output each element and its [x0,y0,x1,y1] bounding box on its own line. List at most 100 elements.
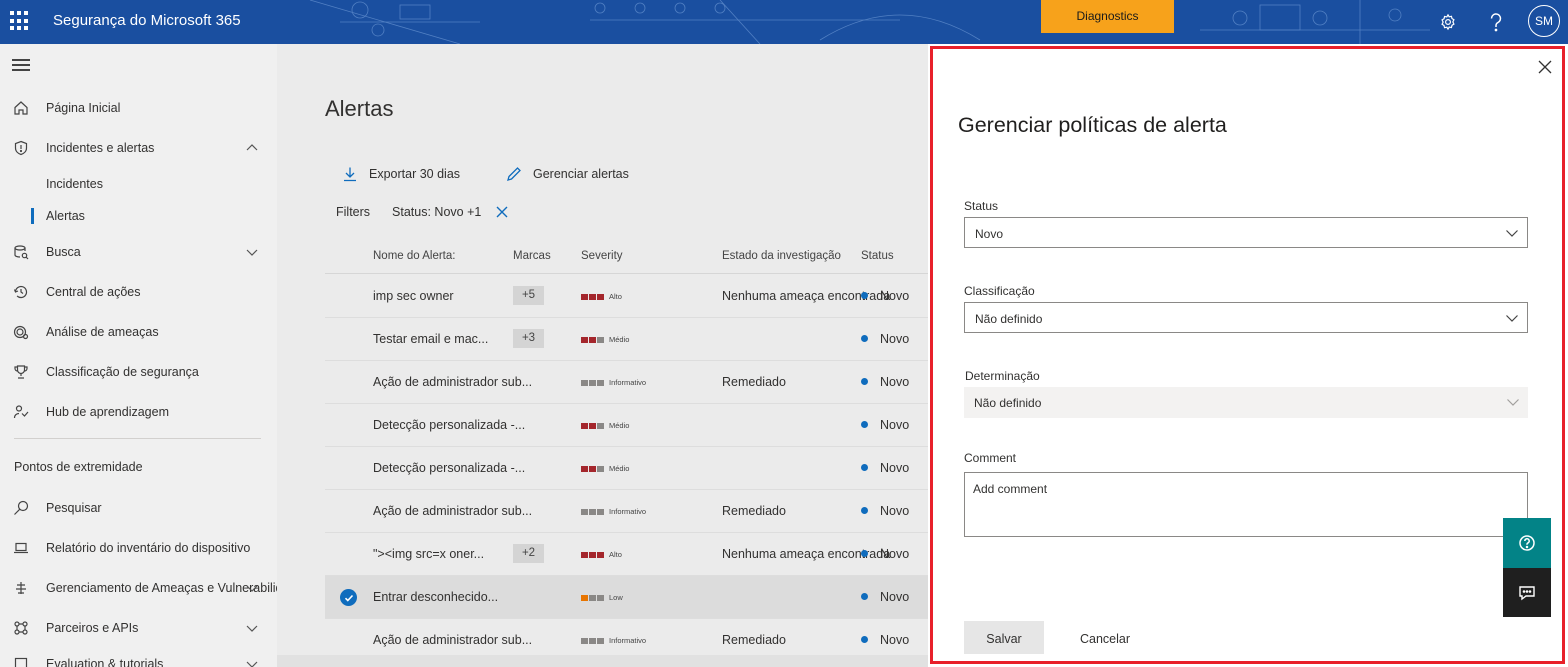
severity-bar [589,422,596,429]
status-dropdown[interactable]: Novo [964,217,1528,248]
checkmark-icon[interactable] [340,589,357,606]
nav-item-hunting[interactable]: Busca [0,238,277,266]
nav-item-device-inventory[interactable]: Relatório do inventário do dispositivo [0,534,277,562]
export-button[interactable]: Exportar 30 dias [342,162,460,186]
severity-indicator: Médio [581,335,629,344]
table-row[interactable]: Testar email e mac... +3 Médio Novo [325,318,928,361]
panel-title: Gerenciar políticas de alerta [958,113,1227,137]
chevron-down-icon[interactable] [245,621,259,635]
severity-indicator: Low [581,593,623,602]
diagnostics-button[interactable]: Diagnostics [1041,0,1174,33]
alert-name[interactable]: Ação de administrador sub... [373,375,532,389]
nav-item-action-center[interactable]: Central de ações [0,278,277,306]
table-row[interactable]: Detecção personalizada -... Médio Novo [325,447,928,490]
nav-label: Página Inicial [46,101,121,115]
severity-label: Informativo [609,378,647,387]
laptop-icon [12,539,30,557]
severity-indicator: Alto [581,292,622,301]
severity-bar [597,336,604,343]
nav-item-tvm[interactable]: Gerenciamento de Ameaças e Vulnerabilida… [0,574,277,602]
alert-name[interactable]: Ação de administrador sub... [373,504,532,518]
tvm-icon [12,579,30,597]
severity-bar [581,637,588,644]
nav-item-threat-analytics[interactable]: Análise de ameaças [0,318,277,346]
comment-textarea[interactable]: Add comment [964,472,1528,537]
help-chat-button[interactable] [1503,518,1551,568]
tag-badge[interactable]: +3 [513,329,544,348]
chevron-down-icon[interactable] [245,581,259,595]
nav-item-home[interactable]: Página Inicial [0,94,277,122]
severity-bar [597,551,604,558]
severity-indicator: Alto [581,550,622,559]
classification-dropdown[interactable]: Não definido [964,302,1528,333]
table-row[interactable]: Ação de administrador sub... Informativo R… [325,490,928,533]
severity-bar [581,336,588,343]
status-text: Novo [880,547,910,561]
severity-bar [589,551,596,558]
status-text: Novo [880,504,910,518]
close-icon[interactable] [1536,58,1554,76]
help-icon[interactable] [1480,6,1512,38]
severity-bar [589,293,596,300]
nav-subitem-incidents[interactable]: Incidentes [0,173,277,195]
nav-item-secure-score[interactable]: Classificação de segurança [0,358,277,386]
column-header-status[interactable]: Status [861,250,894,262]
alert-name[interactable]: "><img src=x oner... [373,547,484,561]
status-dot-icon [861,550,868,557]
severity-label: Informativo [609,507,647,516]
shield-icon [12,139,30,157]
table-row[interactable]: Detecção personalizada -... Médio Novo [325,404,928,447]
cancel-button[interactable]: Cancelar [1080,632,1130,646]
column-header-name[interactable]: Nome do Alerta: [373,250,455,262]
app-title[interactable]: Segurança do Microsoft 365 [53,12,241,29]
feedback-button[interactable] [1503,568,1551,617]
nav-item-incidents-alerts[interactable]: Incidentes e alertas [0,134,277,162]
chevron-up-icon[interactable] [245,141,259,155]
alert-name[interactable]: Ação de administrador sub... [373,633,532,647]
nav-item-learning-hub[interactable]: Hub de aprendizagem [0,398,277,426]
table-row[interactable]: "><img src=x oner... +2 Alto Nenhuma ameaça… [325,533,928,576]
nav-item-search[interactable]: Pesquisar [0,494,277,522]
table-row[interactable]: Ação de administrador sub... Informativo R… [325,361,928,404]
severity-indicator: Informativo [581,636,646,645]
nav-subitem-alerts[interactable]: Alertas [0,205,277,227]
status-filter-chip[interactable]: Status: Novo +1 [392,205,481,219]
column-header-severity[interactable]: Severity [581,250,623,262]
gear-icon[interactable] [1432,6,1464,38]
alert-name[interactable]: imp sec owner [373,289,454,303]
chevron-down-icon [1506,315,1518,322]
status-dot-icon [861,335,868,342]
nav-item-partners-apis[interactable]: Parceiros e APIs [0,614,277,642]
column-header-investigation[interactable]: Estado da investigação [722,250,841,262]
tag-badge[interactable]: +2 [513,544,544,563]
status-dot-icon [861,593,868,600]
nav-label: Evaluation & tutorials [46,657,164,667]
severity-bar [589,637,596,644]
tag-badge[interactable]: +5 [513,286,544,305]
clear-filter-icon[interactable] [495,204,511,220]
download-icon [342,165,360,183]
waffle-icon[interactable] [10,11,30,31]
left-navigation: Página Inicial Incidentes e alertas Inci… [0,44,277,667]
table-header: Nome do Alerta: Marcas Severity Estado d… [325,240,928,274]
chevron-down-icon[interactable] [245,245,259,259]
table-row[interactable]: Entrar desconhecido... Low Novo [325,576,928,619]
alert-name[interactable]: Detecção personalizada -... [373,418,525,432]
threat-analytics-icon [12,323,30,341]
save-button[interactable]: Salvar [964,621,1044,654]
hamburger-menu-icon[interactable] [12,59,30,71]
table-row[interactable]: imp sec owner +5 Alto Nenhuma ameaça encont… [325,275,928,318]
nav-label: Incidentes [46,177,103,191]
avatar[interactable]: SM [1528,5,1560,37]
classification-label: Classificação [964,284,1035,298]
alert-name[interactable]: Entrar desconhecido... [373,590,498,604]
column-header-tags[interactable]: Marcas [513,250,551,262]
filters-label: Filters [336,205,371,219]
nav-label: Parceiros e APIs [46,621,139,635]
chevron-down-icon[interactable] [245,657,259,667]
nav-item-evaluation[interactable]: Evaluation & tutorials [0,650,277,667]
manage-alerts-button[interactable]: Gerenciar alertas [506,162,629,186]
horizontal-scrollbar[interactable] [277,655,928,667]
alert-name[interactable]: Testar email e mac... [373,332,488,346]
alert-name[interactable]: Detecção personalizada -... [373,461,525,475]
